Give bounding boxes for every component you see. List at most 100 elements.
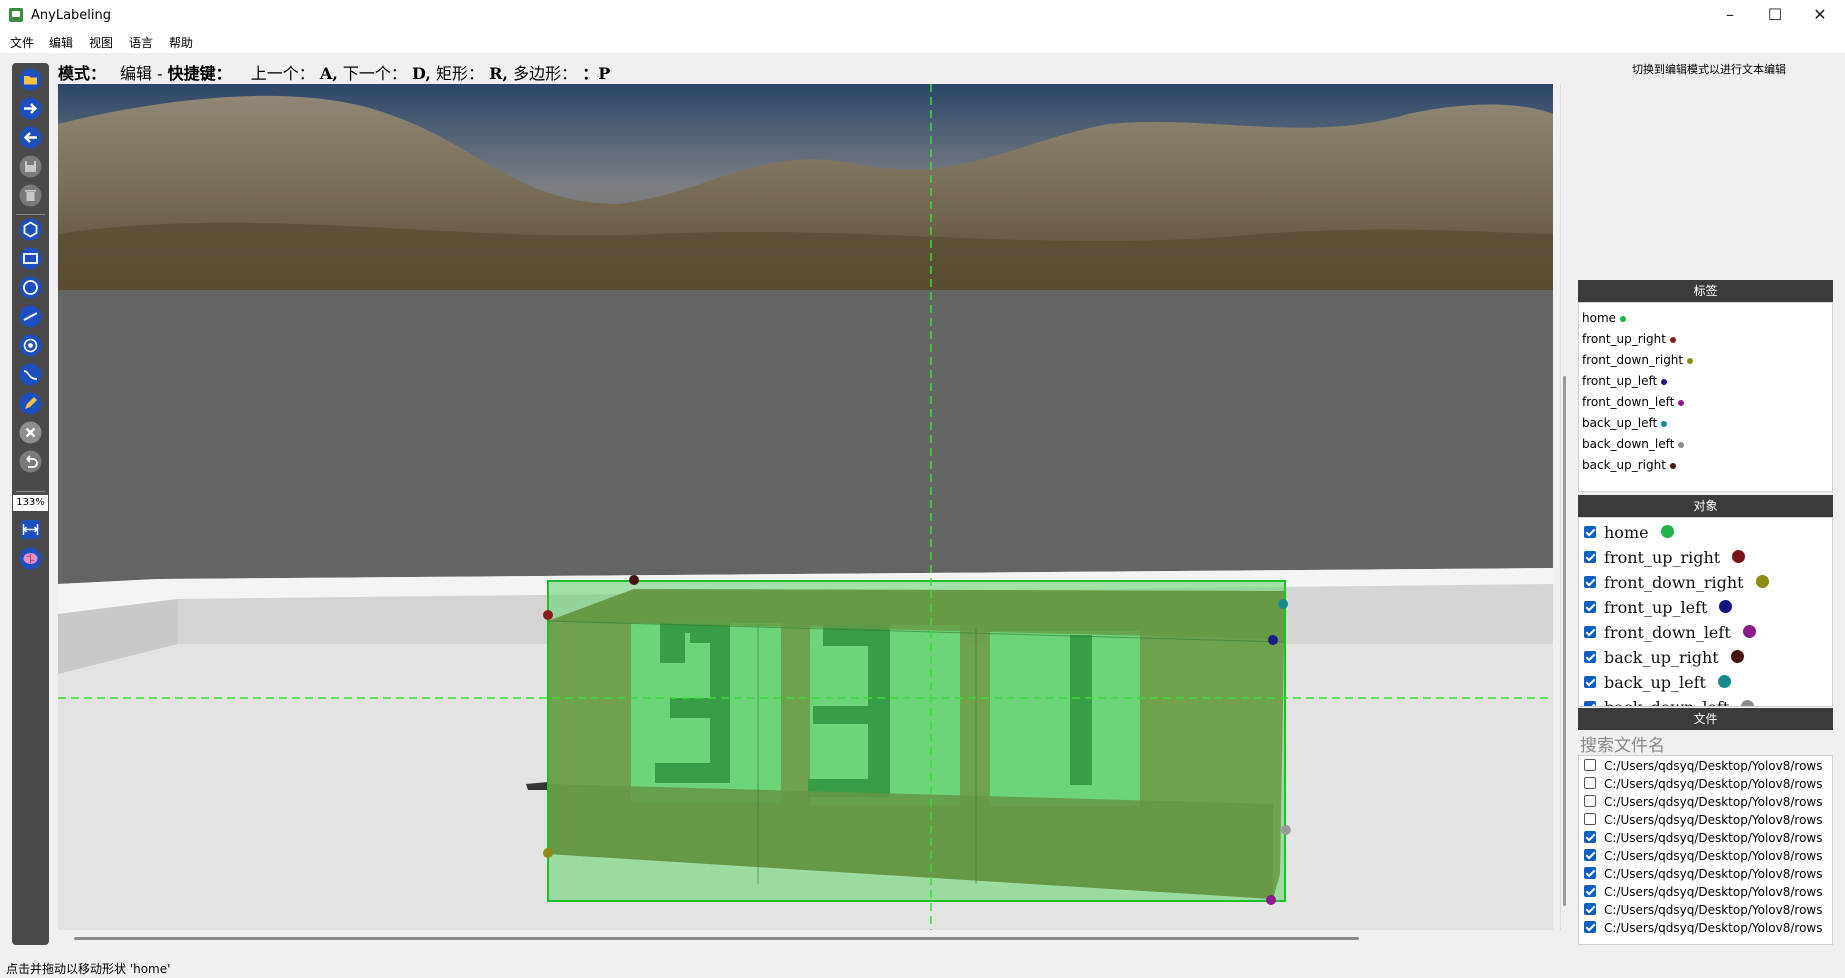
object-item[interactable]: front_down_right bbox=[1584, 573, 1769, 592]
linestrip-icon[interactable] bbox=[19, 363, 42, 386]
file-checkbox[interactable] bbox=[1584, 903, 1596, 915]
label-item[interactable]: front_up_right bbox=[1582, 332, 1676, 346]
object-checkbox[interactable] bbox=[1584, 675, 1596, 688]
cancel-icon[interactable] bbox=[19, 421, 42, 444]
poly-shortcut-key: ：P bbox=[582, 64, 611, 83]
point-icon[interactable] bbox=[19, 334, 42, 357]
label-color-dot bbox=[1669, 336, 1676, 343]
rect-shortcut-label: 矩形： bbox=[436, 64, 485, 83]
circle-icon[interactable] bbox=[19, 276, 42, 299]
app-logo-icon bbox=[9, 8, 23, 22]
label-item[interactable]: back_up_right bbox=[1582, 458, 1676, 472]
file-checkbox[interactable] bbox=[1584, 921, 1596, 933]
file-checkbox[interactable] bbox=[1584, 759, 1596, 771]
labels-panel-title: 标签 bbox=[1578, 280, 1833, 302]
label-item[interactable]: back_up_left bbox=[1582, 416, 1668, 430]
object-item[interactable]: back_up_right bbox=[1584, 648, 1744, 667]
rectangle-icon[interactable] bbox=[19, 247, 42, 270]
object-color-dot bbox=[1742, 625, 1756, 638]
brain-icon[interactable] bbox=[19, 547, 42, 570]
object-checkbox[interactable] bbox=[1584, 700, 1596, 706]
keypoint-back-up-left[interactable] bbox=[1278, 599, 1288, 609]
file-item[interactable]: C:/Users/qdsyq/Desktop/Yolov8/rows bbox=[1584, 903, 1824, 917]
menu-edit[interactable]: 编辑 bbox=[49, 34, 73, 51]
object-item[interactable]: front_down_left bbox=[1584, 623, 1756, 642]
object-checkbox[interactable] bbox=[1584, 575, 1596, 588]
object-item[interactable]: front_up_right bbox=[1584, 548, 1746, 567]
label-color-dot bbox=[1669, 462, 1676, 469]
menu-file[interactable]: 文件 bbox=[10, 34, 34, 51]
keypoint-front-up-left[interactable] bbox=[1268, 635, 1278, 645]
label-item[interactable]: front_up_left bbox=[1582, 374, 1668, 388]
object-checkbox[interactable] bbox=[1584, 525, 1596, 538]
file-item[interactable]: C:/Users/qdsyq/Desktop/Yolov8/rows bbox=[1584, 885, 1824, 899]
next-image-icon[interactable] bbox=[19, 97, 42, 120]
save-icon[interactable] bbox=[19, 155, 42, 178]
image-canvas[interactable] bbox=[58, 84, 1553, 930]
file-item[interactable]: C:/Users/qdsyq/Desktop/Yolov8/rows bbox=[1584, 777, 1824, 791]
canvas-scene[interactable] bbox=[58, 84, 1553, 930]
file-item[interactable]: C:/Users/qdsyq/Desktop/Yolov8/rows bbox=[1584, 813, 1824, 827]
label-item[interactable]: front_down_right bbox=[1582, 353, 1694, 367]
file-checkbox[interactable] bbox=[1584, 777, 1596, 789]
prev-image-icon[interactable] bbox=[19, 126, 42, 149]
prev-shortcut-key: A, bbox=[319, 64, 338, 83]
home-annotation-rect[interactable] bbox=[547, 580, 1286, 902]
edit-icon[interactable] bbox=[19, 392, 42, 415]
keypoint-back-up-right[interactable] bbox=[629, 575, 639, 585]
file-checkbox[interactable] bbox=[1584, 867, 1596, 879]
file-item[interactable]: C:/Users/qdsyq/Desktop/Yolov8/rows bbox=[1584, 759, 1824, 773]
file-checkbox[interactable] bbox=[1584, 795, 1596, 807]
file-search-input[interactable]: 搜索文件名 bbox=[1580, 731, 1665, 756]
file-checkbox[interactable] bbox=[1584, 885, 1596, 897]
close-button[interactable]: ✕ bbox=[1800, 3, 1840, 27]
undo-icon[interactable] bbox=[19, 450, 42, 473]
object-checkbox[interactable] bbox=[1584, 550, 1596, 563]
object-checkbox[interactable] bbox=[1584, 625, 1596, 638]
keypoint-back-down-left[interactable] bbox=[1281, 825, 1291, 835]
object-item[interactable]: front_up_left bbox=[1584, 598, 1733, 617]
menu-view[interactable]: 视图 bbox=[89, 34, 113, 51]
polygon-icon[interactable] bbox=[19, 218, 42, 241]
mode-dash: - bbox=[157, 64, 163, 83]
object-checkbox[interactable] bbox=[1584, 650, 1596, 663]
file-checkbox[interactable] bbox=[1584, 813, 1596, 825]
open-icon[interactable] bbox=[19, 68, 42, 91]
zoom-level[interactable]: 133% bbox=[13, 495, 48, 511]
delete-icon[interactable] bbox=[19, 184, 42, 207]
menu-language[interactable]: 语言 bbox=[129, 34, 153, 51]
minimize-button[interactable]: – bbox=[1710, 3, 1750, 27]
mode-value: 编辑 bbox=[120, 64, 153, 83]
menu-help[interactable]: 帮助 bbox=[169, 34, 193, 51]
canvas-vertical-scrollbar[interactable] bbox=[1560, 84, 1569, 930]
status-bar: 点击并拖动以移动形状 'home' bbox=[6, 962, 171, 976]
file-checkbox[interactable] bbox=[1584, 831, 1596, 843]
tool-bar: 133% bbox=[12, 63, 49, 945]
label-item[interactable]: home bbox=[1582, 311, 1627, 325]
labels-list: home front_up_right front_down_right fro… bbox=[1578, 302, 1833, 492]
file-item[interactable]: C:/Users/qdsyq/Desktop/Yolov8/rows bbox=[1584, 849, 1824, 863]
rect-shortcut-key: R, bbox=[489, 64, 508, 83]
line-icon[interactable] bbox=[19, 305, 42, 328]
object-item[interactable]: back_up_left bbox=[1584, 673, 1731, 692]
canvas-horizontal-scrollbar[interactable] bbox=[58, 930, 1553, 946]
label-item[interactable]: front_down_left bbox=[1582, 395, 1685, 409]
maximize-button[interactable]: ☐ bbox=[1755, 3, 1795, 27]
vertical-scrollbar-thumb[interactable] bbox=[1563, 376, 1566, 906]
file-item[interactable]: C:/Users/qdsyq/Desktop/Yolov8/rows bbox=[1584, 795, 1824, 809]
file-item[interactable]: C:/Users/qdsyq/Desktop/Yolov8/rows bbox=[1584, 831, 1824, 845]
label-item[interactable]: back_down_left bbox=[1582, 437, 1685, 451]
horizontal-scrollbar-thumb[interactable] bbox=[74, 937, 1359, 940]
keypoint-front-down-left[interactable] bbox=[1266, 895, 1276, 905]
keypoint-front-up-right[interactable] bbox=[543, 610, 553, 620]
label-color-dot bbox=[1687, 357, 1694, 364]
file-item[interactable]: C:/Users/qdsyq/Desktop/Yolov8/rows bbox=[1584, 921, 1824, 935]
keypoint-front-down-right[interactable] bbox=[543, 848, 553, 858]
mode-label: 模式： bbox=[58, 64, 107, 83]
object-item[interactable]: home bbox=[1584, 523, 1674, 542]
fit-width-icon[interactable] bbox=[19, 518, 42, 541]
file-item[interactable]: C:/Users/qdsyq/Desktop/Yolov8/rows bbox=[1584, 867, 1824, 881]
object-item[interactable]: back_down_left bbox=[1584, 698, 1755, 706]
object-checkbox[interactable] bbox=[1584, 600, 1596, 613]
file-checkbox[interactable] bbox=[1584, 849, 1596, 861]
